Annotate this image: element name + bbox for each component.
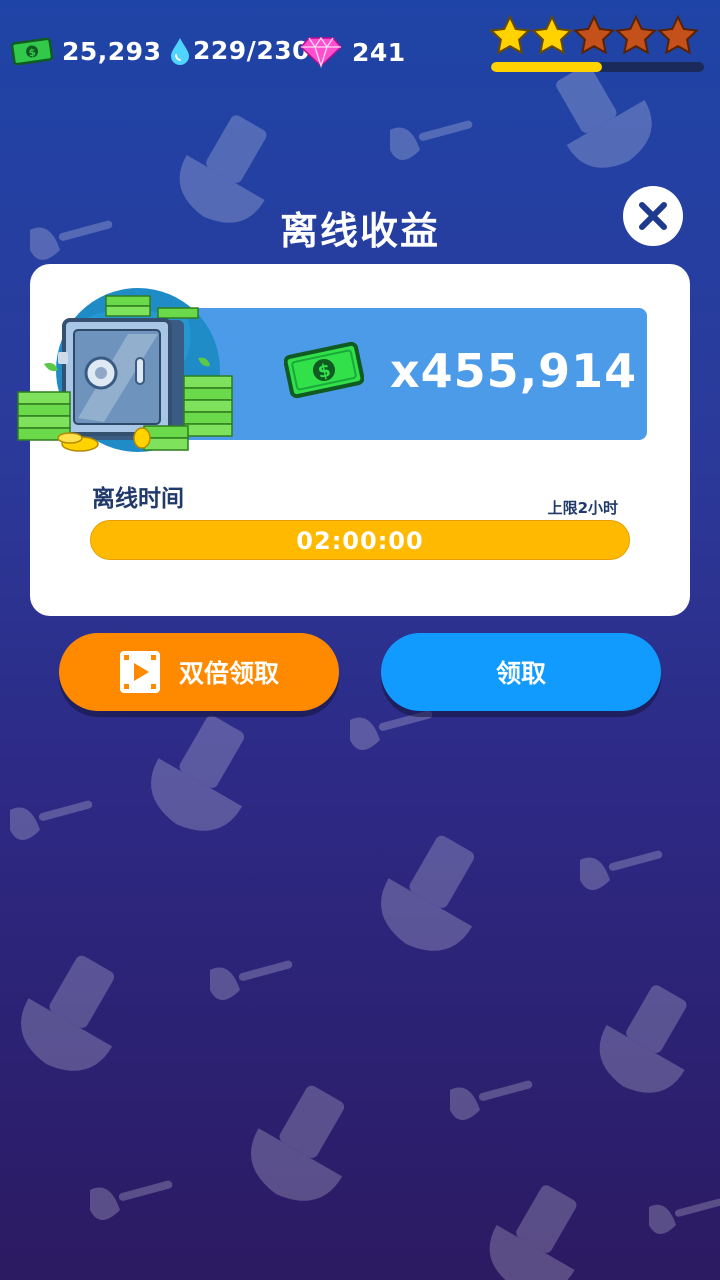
star-filled-icon	[489, 14, 531, 55]
cash-counter: $ 25,293	[10, 36, 161, 66]
toilet-pattern-icon	[251, 1085, 345, 1201]
offline-time-value: 02:00:00	[296, 527, 424, 555]
safe-icon	[17, 288, 233, 452]
toilet-pattern-icon	[151, 715, 245, 831]
toilet-pattern-icon	[21, 955, 115, 1071]
water-drop-icon	[171, 37, 189, 65]
reward-amount: x455,914	[390, 344, 638, 398]
video-icon	[119, 651, 160, 693]
cash-value: 25,293	[62, 36, 162, 66]
plunger-pattern-icon	[210, 960, 293, 1000]
cash-icon: $	[284, 341, 364, 399]
plunger-pattern-icon	[450, 1080, 533, 1120]
gem-counter: 241	[300, 36, 406, 68]
toilet-pattern-icon	[381, 835, 475, 951]
offline-time-bar: 02:00:00	[90, 520, 630, 560]
gem-value: 241	[352, 37, 406, 67]
star-progress-bar	[491, 62, 704, 72]
offline-earnings-panel: $ x455,914 离线时间 上限2小时 02:00:00	[17, 264, 690, 616]
energy-value: 229/230	[193, 36, 311, 65]
plunger-pattern-icon	[10, 800, 93, 840]
star-rating	[488, 14, 699, 58]
plunger-pattern-icon	[90, 1180, 173, 1220]
plunger-pattern-icon	[390, 120, 473, 160]
gem-icon	[300, 36, 342, 68]
double-claim-button[interactable]: 双倍领取	[59, 633, 339, 711]
star-empty-icon	[657, 14, 699, 55]
offline-time-label: 离线时间	[92, 486, 184, 512]
energy-counter: 229/230	[170, 36, 310, 65]
claim-button[interactable]: 领取	[381, 633, 661, 711]
plunger-pattern-icon	[649, 1198, 720, 1234]
toilet-pattern-icon	[599, 985, 687, 1093]
star-filled-icon	[531, 14, 573, 55]
star-empty-icon	[615, 14, 657, 55]
double-claim-label: 双倍领取	[178, 659, 279, 688]
close-button[interactable]	[623, 186, 683, 246]
star-progress-fill	[491, 62, 602, 72]
popup-title: 离线收益	[279, 209, 440, 253]
limit-label: 上限2小时	[547, 499, 618, 517]
claim-label: 领取	[495, 659, 546, 688]
star-empty-icon	[573, 14, 615, 55]
plunger-pattern-icon	[580, 850, 663, 890]
cash-icon: $	[10, 37, 54, 66]
top-hud: $ 25,293 229/230 241	[0, 0, 720, 110]
close-icon	[639, 202, 667, 230]
toilet-pattern-icon	[489, 1185, 577, 1280]
